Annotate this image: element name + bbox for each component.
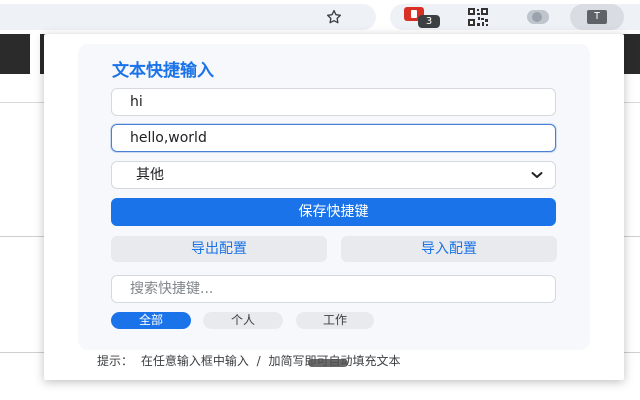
import-config-button[interactable]: 导入配置 <box>341 236 557 262</box>
category-selected-value: 其他 <box>136 167 164 183</box>
export-config-button[interactable]: 导出配置 <box>111 236 327 262</box>
screen: 3 T 文本快捷输入 hi hello,world 其他 保存快捷键 导出配置 … <box>0 0 640 400</box>
toggle-icon[interactable] <box>527 10 549 24</box>
browser-toolbar: 3 T <box>0 0 640 34</box>
chevron-down-icon <box>531 162 543 188</box>
star-icon[interactable] <box>322 5 346 29</box>
hint-text: 提示： 在任意输入框中输入 / 加简写即可自动填充文本 <box>97 354 401 368</box>
scrollbar-thumb[interactable] <box>308 359 348 367</box>
search-input[interactable]: 搜索快捷键... <box>111 275 556 303</box>
save-button[interactable]: 保存快捷键 <box>111 198 556 226</box>
profile-icon: T <box>587 10 607 24</box>
address-bar[interactable] <box>0 4 376 30</box>
extension-badge: 3 <box>418 15 440 28</box>
popup-title: 文本快捷输入 <box>112 61 214 81</box>
category-select[interactable]: 其他 <box>111 161 556 189</box>
filter-chip-personal[interactable]: 个人 <box>203 312 283 329</box>
profile-button[interactable]: T <box>570 4 624 30</box>
filter-chip-all[interactable]: 全部 <box>111 312 191 329</box>
text-input[interactable]: hello,world <box>111 124 556 152</box>
filter-chip-work[interactable]: 工作 <box>296 312 374 329</box>
qr-code-icon[interactable] <box>468 8 488 26</box>
abbreviation-input[interactable]: hi <box>111 88 556 116</box>
